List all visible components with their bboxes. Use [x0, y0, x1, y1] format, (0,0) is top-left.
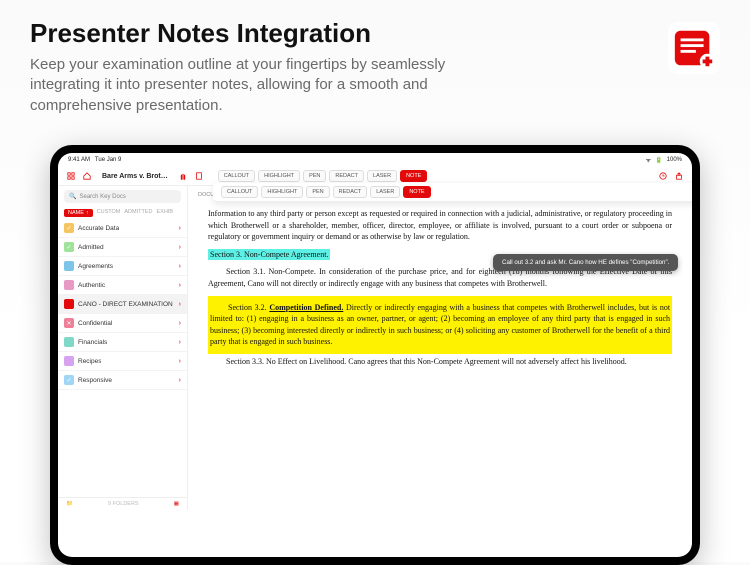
folders-icon[interactable] — [66, 171, 76, 181]
page-subtitle: Keep your examination outline at your fi… — [30, 55, 500, 116]
section-3-2-label: Section 3.2. — [228, 303, 267, 312]
folder-label: Agreements — [78, 263, 113, 270]
sidebar-folder-item[interactable]: Authentic › — [58, 276, 187, 295]
presenter-toolbar: CALLOUT HIGHLIGHT PEN REDACT LASER NOTE — [213, 183, 692, 202]
sidebar-folder-item[interactable]: ✓ Accurate Data › — [58, 219, 187, 238]
pen-button-2[interactable]: PEN — [306, 186, 329, 198]
folder-label: Responsive — [78, 377, 112, 384]
laser-button[interactable]: LASER — [367, 170, 397, 182]
chevron-right-icon: › — [179, 244, 181, 251]
chevron-right-icon: › — [179, 339, 181, 346]
note-button-2[interactable]: NOTE — [403, 186, 430, 198]
laser-button-2[interactable]: LASER — [370, 186, 400, 198]
chevron-right-icon: › — [179, 301, 181, 308]
battery-icon: 🔋 — [655, 157, 662, 164]
page-title: Presenter Notes Integration — [30, 18, 720, 49]
section-3-heading: Section 3. Non-Compete Agreement. — [208, 249, 330, 260]
folder-swatch-icon: ✓ — [64, 223, 74, 233]
share-icon[interactable] — [674, 171, 684, 181]
redact-button-2[interactable]: REDACT — [333, 186, 368, 198]
doc-para-intro: Information to any third party or person… — [208, 208, 672, 243]
doc-section-3-3: Section 3.3. No Effect on Livelihood. Ca… — [208, 356, 672, 368]
folder-swatch-icon — [64, 261, 74, 271]
document-title[interactable]: Bare Arms v. Brot… — [102, 173, 168, 180]
battery-pct: 100% — [667, 157, 682, 163]
sort-custom[interactable]: CUSTOM — [97, 209, 121, 217]
sort-admitted[interactable]: ADMITTED — [124, 209, 152, 217]
app-logo-icon — [668, 22, 720, 74]
history-icon[interactable] — [658, 171, 668, 181]
status-time: 9:41 AM — [68, 157, 90, 163]
folder-swatch-icon: ✕ — [64, 318, 74, 328]
section-3-2-head: Competition Defined. — [269, 303, 343, 312]
chevron-right-icon: › — [179, 282, 181, 289]
sidebar: 🔍 Search Key Docs NAME ↑ CUSTOM ADMITTED… — [58, 186, 188, 510]
note-button[interactable]: NOTE — [400, 170, 427, 182]
folder-swatch-icon: ✓ — [64, 242, 74, 252]
chevron-right-icon: › — [179, 377, 181, 384]
folder-swatch-icon — [64, 280, 74, 290]
sidebar-folder-item[interactable]: CANO - DIRECT EXAMINATION › — [58, 295, 187, 314]
chevron-right-icon: › — [179, 320, 181, 327]
sort-arrow-icon: ↑ — [86, 210, 89, 216]
add-folder-icon[interactable]: 📁 — [66, 501, 73, 507]
highlight-button[interactable]: HIGHLIGHT — [258, 170, 300, 182]
folder-swatch-icon — [64, 299, 74, 309]
callout-button[interactable]: CALLOUT — [218, 170, 255, 182]
sort-exhib[interactable]: EXHIB — [157, 209, 174, 217]
folder-label: CANO - DIRECT EXAMINATION — [78, 301, 173, 308]
sort-name-label: NAME — [68, 210, 84, 216]
sidebar-folder-item[interactable]: Financials › — [58, 333, 187, 352]
folder-label: Confidential — [78, 320, 112, 327]
callout-button-2[interactable]: CALLOUT — [221, 186, 258, 198]
folder-label: Recipes — [78, 358, 101, 365]
folder-count: 9 FOLDERS — [108, 501, 139, 507]
folder-label: Admitted — [78, 244, 104, 251]
sidebar-folder-item[interactable]: ✕ Confidential › — [58, 314, 187, 333]
folder-swatch-icon — [64, 356, 74, 366]
search-placeholder: Search Key Docs — [79, 194, 125, 200]
folder-label: Authentic — [78, 282, 105, 289]
wifi-icon: ᯤ — [646, 156, 651, 164]
home-icon[interactable] — [82, 171, 92, 181]
hand-icon[interactable] — [178, 171, 188, 181]
grid-view-icon[interactable]: ▦ — [174, 501, 179, 507]
tablet-frame: 9:41 AM Tue Jan 9 ᯤ 🔋 100% Bare Arms v. … — [50, 145, 700, 565]
document-viewer[interactable]: Information to any third party or person… — [188, 204, 692, 510]
status-date: Tue Jan 9 — [95, 157, 121, 163]
folder-swatch-icon — [64, 337, 74, 347]
sidebar-folder-item[interactable]: ✓ Admitted › — [58, 238, 187, 257]
search-input[interactable]: 🔍 Search Key Docs — [64, 190, 181, 203]
folder-swatch-icon: ✓ — [64, 375, 74, 385]
highlight-button-2[interactable]: HIGHLIGHT — [261, 186, 303, 198]
folder-label: Accurate Data — [78, 225, 119, 232]
presenter-note-bubble[interactable]: Call out 3.2 and ask Mr. Cano how HE def… — [493, 254, 678, 271]
search-icon: 🔍 — [69, 193, 76, 200]
page-icon[interactable] — [194, 171, 204, 181]
status-bar: 9:41 AM Tue Jan 9 ᯤ 🔋 100% — [58, 153, 692, 167]
sidebar-folder-item[interactable]: Recipes › — [58, 352, 187, 371]
sidebar-folder-item[interactable]: ✓ Responsive › — [58, 371, 187, 390]
doc-section-3-2-highlight: Section 3.2. Competition Defined. Direct… — [208, 296, 672, 354]
sidebar-folder-item[interactable]: Agreements › — [58, 257, 187, 276]
sort-name-chip[interactable]: NAME ↑ — [64, 209, 93, 217]
pen-button[interactable]: PEN — [303, 170, 326, 182]
redact-button[interactable]: REDACT — [329, 170, 364, 182]
chevron-right-icon: › — [179, 263, 181, 270]
folder-label: Financials — [78, 339, 107, 346]
chevron-right-icon: › — [179, 358, 181, 365]
chevron-right-icon: › — [179, 225, 181, 232]
